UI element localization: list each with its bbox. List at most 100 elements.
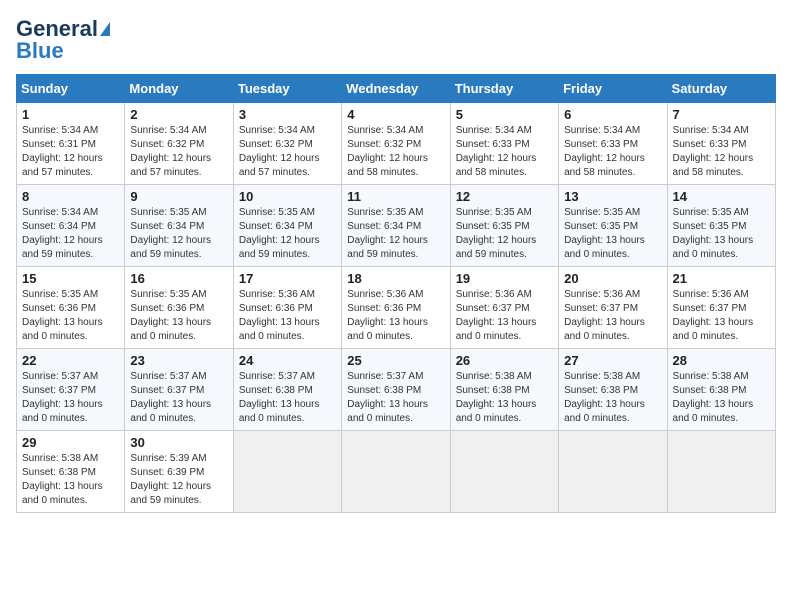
day-number: 22 xyxy=(22,353,119,368)
calendar-cell xyxy=(450,431,558,513)
day-number: 26 xyxy=(456,353,553,368)
weekday-header-saturday: Saturday xyxy=(667,75,775,103)
cell-info: Sunrise: 5:37 AMSunset: 6:37 PMDaylight:… xyxy=(130,371,211,424)
cell-info: Sunrise: 5:38 AMSunset: 6:38 PMDaylight:… xyxy=(456,371,537,424)
cell-info: Sunrise: 5:36 AMSunset: 6:37 PMDaylight:… xyxy=(564,289,645,342)
logo-triangle-icon xyxy=(100,22,110,36)
logo-blue: Blue xyxy=(16,38,64,64)
cell-info: Sunrise: 5:35 AMSunset: 6:36 PMDaylight:… xyxy=(22,289,103,342)
cell-info: Sunrise: 5:36 AMSunset: 6:36 PMDaylight:… xyxy=(347,289,428,342)
calendar-cell: 14 Sunrise: 5:35 AMSunset: 6:35 PMDayligh… xyxy=(667,185,775,267)
day-number: 13 xyxy=(564,189,661,204)
calendar-cell: 27Sunrise: 5:38 AMSunset: 6:38 PMDayligh… xyxy=(559,349,667,431)
calendar-cell: 11 Sunrise: 5:35 AMSunset: 6:34 PMDayligh… xyxy=(342,185,450,267)
day-number: 10 xyxy=(239,189,336,204)
calendar-cell: 6Sunrise: 5:34 AMSunset: 6:33 PMDaylight… xyxy=(559,103,667,185)
calendar-cell: 8 Sunrise: 5:34 AMSunset: 6:34 PMDaylight… xyxy=(17,185,125,267)
calendar-week-3: 15 Sunrise: 5:35 AMSunset: 6:36 PMDayligh… xyxy=(17,267,776,349)
calendar-cell: 23 Sunrise: 5:37 AMSunset: 6:37 PMDayligh… xyxy=(125,349,233,431)
cell-info: Sunrise: 5:35 AMSunset: 6:35 PMDaylight:… xyxy=(564,207,645,260)
page-header: General Blue xyxy=(16,16,776,64)
cell-info: Sunrise: 5:36 AMSunset: 6:37 PMDaylight:… xyxy=(456,289,537,342)
calendar-cell: 15 Sunrise: 5:35 AMSunset: 6:36 PMDayligh… xyxy=(17,267,125,349)
day-number: 24 xyxy=(239,353,336,368)
calendar-cell: 10 Sunrise: 5:35 AMSunset: 6:34 PMDayligh… xyxy=(233,185,341,267)
cell-info: Sunrise: 5:34 AMSunset: 6:34 PMDaylight:… xyxy=(22,207,103,260)
cell-info: Sunrise: 5:34 AMSunset: 6:32 PMDaylight:… xyxy=(239,125,320,178)
day-number: 21 xyxy=(673,271,770,286)
day-number: 27 xyxy=(564,353,661,368)
day-number: 14 xyxy=(673,189,770,204)
calendar-cell xyxy=(233,431,341,513)
day-number: 7 xyxy=(673,107,770,122)
cell-info: Sunrise: 5:35 AMSunset: 6:35 PMDaylight:… xyxy=(456,207,537,260)
weekday-header-friday: Friday xyxy=(559,75,667,103)
calendar-table: SundayMondayTuesdayWednesdayThursdayFrid… xyxy=(16,74,776,513)
calendar-cell: 22 Sunrise: 5:37 AMSunset: 6:37 PMDayligh… xyxy=(17,349,125,431)
calendar-cell: 13 Sunrise: 5:35 AMSunset: 6:35 PMDayligh… xyxy=(559,185,667,267)
cell-info: Sunrise: 5:35 AMSunset: 6:34 PMDaylight:… xyxy=(130,207,211,260)
cell-info: Sunrise: 5:37 AMSunset: 6:38 PMDaylight:… xyxy=(347,371,428,424)
cell-info: Sunrise: 5:37 AMSunset: 6:37 PMDaylight:… xyxy=(22,371,103,424)
day-number: 5 xyxy=(456,107,553,122)
calendar-cell: 12 Sunrise: 5:35 AMSunset: 6:35 PMDayligh… xyxy=(450,185,558,267)
weekday-header-wednesday: Wednesday xyxy=(342,75,450,103)
cell-info: Sunrise: 5:35 AMSunset: 6:34 PMDaylight:… xyxy=(347,207,428,260)
weekday-header-sunday: Sunday xyxy=(17,75,125,103)
cell-info: Sunrise: 5:36 AMSunset: 6:37 PMDaylight:… xyxy=(673,289,754,342)
cell-info: Sunrise: 5:34 AMSunset: 6:31 PMDaylight:… xyxy=(22,125,103,178)
day-number: 16 xyxy=(130,271,227,286)
day-number: 4 xyxy=(347,107,444,122)
day-number: 9 xyxy=(130,189,227,204)
day-number: 3 xyxy=(239,107,336,122)
day-number: 23 xyxy=(130,353,227,368)
cell-info: Sunrise: 5:36 AMSunset: 6:36 PMDaylight:… xyxy=(239,289,320,342)
calendar-cell: 9 Sunrise: 5:35 AMSunset: 6:34 PMDaylight… xyxy=(125,185,233,267)
calendar-cell: 19 Sunrise: 5:36 AMSunset: 6:37 PMDayligh… xyxy=(450,267,558,349)
cell-info: Sunrise: 5:34 AMSunset: 6:32 PMDaylight:… xyxy=(130,125,211,178)
cell-info: Sunrise: 5:34 AMSunset: 6:33 PMDaylight:… xyxy=(673,125,754,178)
calendar-cell: 16 Sunrise: 5:35 AMSunset: 6:36 PMDayligh… xyxy=(125,267,233,349)
calendar-cell: 3 Sunrise: 5:34 AMSunset: 6:32 PMDaylight… xyxy=(233,103,341,185)
calendar-cell: 29 Sunrise: 5:38 AMSunset: 6:38 PMDayligh… xyxy=(17,431,125,513)
day-number: 2 xyxy=(130,107,227,122)
day-number: 17 xyxy=(239,271,336,286)
calendar-cell: 1 Sunrise: 5:34 AMSunset: 6:31 PMDaylight… xyxy=(17,103,125,185)
cell-info: Sunrise: 5:38 AMSunset: 6:38 PMDaylight:… xyxy=(673,371,754,424)
day-number: 20 xyxy=(564,271,661,286)
calendar-cell: 7 Sunrise: 5:34 AMSunset: 6:33 PMDaylight… xyxy=(667,103,775,185)
day-number: 1 xyxy=(22,107,119,122)
day-number: 8 xyxy=(22,189,119,204)
calendar-cell: 21 Sunrise: 5:36 AMSunset: 6:37 PMDayligh… xyxy=(667,267,775,349)
calendar-cell: 17 Sunrise: 5:36 AMSunset: 6:36 PMDayligh… xyxy=(233,267,341,349)
day-number: 12 xyxy=(456,189,553,204)
cell-info: Sunrise: 5:35 AMSunset: 6:34 PMDaylight:… xyxy=(239,207,320,260)
calendar-cell: 26 Sunrise: 5:38 AMSunset: 6:38 PMDayligh… xyxy=(450,349,558,431)
day-number: 28 xyxy=(673,353,770,368)
day-number: 11 xyxy=(347,189,444,204)
calendar-cell xyxy=(667,431,775,513)
calendar-cell: 24Sunrise: 5:37 AMSunset: 6:38 PMDayligh… xyxy=(233,349,341,431)
cell-info: Sunrise: 5:35 AMSunset: 6:35 PMDaylight:… xyxy=(673,207,754,260)
day-number: 25 xyxy=(347,353,444,368)
cell-info: Sunrise: 5:34 AMSunset: 6:33 PMDaylight:… xyxy=(456,125,537,178)
day-number: 18 xyxy=(347,271,444,286)
calendar-week-5: 29 Sunrise: 5:38 AMSunset: 6:38 PMDayligh… xyxy=(17,431,776,513)
calendar-week-1: 1 Sunrise: 5:34 AMSunset: 6:31 PMDaylight… xyxy=(17,103,776,185)
calendar-cell xyxy=(559,431,667,513)
cell-info: Sunrise: 5:35 AMSunset: 6:36 PMDaylight:… xyxy=(130,289,211,342)
day-number: 15 xyxy=(22,271,119,286)
calendar-cell xyxy=(342,431,450,513)
calendar-cell: 4 Sunrise: 5:34 AMSunset: 6:32 PMDaylight… xyxy=(342,103,450,185)
calendar-cell: 28 Sunrise: 5:38 AMSunset: 6:38 PMDayligh… xyxy=(667,349,775,431)
calendar-cell: 25 Sunrise: 5:37 AMSunset: 6:38 PMDayligh… xyxy=(342,349,450,431)
day-number: 29 xyxy=(22,435,119,450)
cell-info: Sunrise: 5:38 AMSunset: 6:38 PMDaylight:… xyxy=(22,453,103,506)
day-number: 6 xyxy=(564,107,661,122)
cell-info: Sunrise: 5:34 AMSunset: 6:32 PMDaylight:… xyxy=(347,125,428,178)
calendar-cell: 2 Sunrise: 5:34 AMSunset: 6:32 PMDaylight… xyxy=(125,103,233,185)
day-number: 19 xyxy=(456,271,553,286)
day-number: 30 xyxy=(130,435,227,450)
calendar-cell: 20 Sunrise: 5:36 AMSunset: 6:37 PMDayligh… xyxy=(559,267,667,349)
weekday-header-thursday: Thursday xyxy=(450,75,558,103)
